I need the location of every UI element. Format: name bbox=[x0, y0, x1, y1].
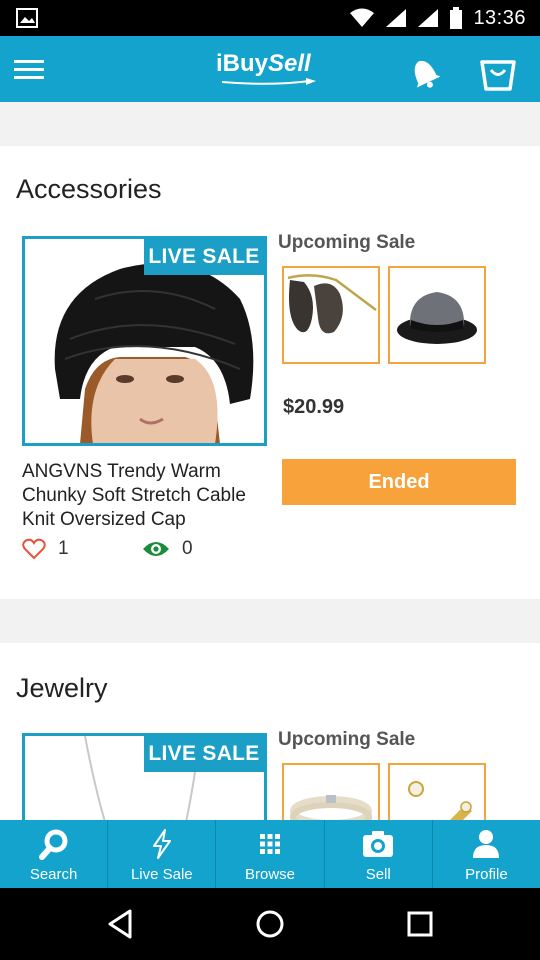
grid-icon bbox=[260, 834, 280, 854]
product-price: $20.99 bbox=[283, 396, 345, 418]
likes-count: 1 bbox=[58, 538, 69, 559]
status-bar: 13:36 bbox=[0, 0, 540, 36]
nav-search[interactable]: Search bbox=[0, 820, 107, 888]
section-title: Accessories bbox=[16, 174, 162, 204]
upcoming-sale-label: Upcoming Sale bbox=[278, 232, 416, 253]
earrings-image bbox=[408, 781, 472, 820]
pearl-bracelet-image bbox=[290, 795, 372, 820]
views-count: 0 bbox=[182, 538, 193, 559]
nav-label: Profile bbox=[465, 866, 508, 883]
heart-icon[interactable] bbox=[22, 538, 46, 560]
system-navigation-bar bbox=[0, 888, 540, 960]
logo-text-ibuy: iBuy bbox=[216, 50, 269, 77]
upcoming-sale-label: Upcoming Sale bbox=[278, 729, 416, 750]
nav-browse[interactable]: Browse bbox=[215, 820, 323, 888]
nav-profile[interactable]: Profile bbox=[431, 820, 540, 888]
section-title: Jewelry bbox=[16, 673, 108, 703]
wifi-icon bbox=[350, 8, 375, 27]
upcoming-thumbnail-sunglasses[interactable] bbox=[282, 266, 380, 364]
product-image[interactable]: LIVE SALE bbox=[22, 733, 267, 820]
nav-live-sale[interactable]: Live Sale bbox=[107, 820, 215, 888]
nav-label: Search bbox=[29, 866, 78, 883]
section-spacer bbox=[0, 599, 540, 643]
logo-text-sell: Sell bbox=[268, 50, 311, 77]
nav-label: Live Sale bbox=[130, 866, 193, 883]
sale-status-button[interactable]: Ended bbox=[282, 459, 516, 505]
upcoming-thumbnail-bracelet[interactable] bbox=[282, 763, 380, 820]
menu-icon[interactable] bbox=[12, 53, 48, 85]
upcoming-thumbnail-earrings[interactable] bbox=[388, 763, 486, 820]
shopping-bag-icon[interactable] bbox=[476, 52, 520, 92]
eye-icon bbox=[143, 542, 169, 556]
person-icon bbox=[473, 830, 500, 858]
section-accessories: Accessories LIVE SALE Upcoming Sale $20.… bbox=[0, 146, 540, 599]
section-spacer bbox=[0, 102, 540, 146]
fedora-hat-image bbox=[397, 292, 477, 344]
logo-swoosh-icon bbox=[221, 78, 316, 85]
nav-label: Browse bbox=[244, 866, 296, 883]
signal-icon bbox=[386, 9, 407, 27]
status-time: 13:36 bbox=[473, 6, 526, 29]
sunglasses-image bbox=[287, 274, 377, 334]
camera-icon bbox=[363, 831, 394, 857]
back-icon[interactable] bbox=[102, 906, 138, 942]
nav-sell[interactable]: Sell bbox=[323, 820, 432, 888]
live-sale-badge: LIVE SALE bbox=[144, 736, 264, 772]
bottom-navigation: Search Live Sale Browse Sell Profile bbox=[0, 820, 540, 888]
upcoming-thumbnail-fedora[interactable] bbox=[388, 266, 486, 364]
product-image[interactable]: LIVE SALE bbox=[22, 236, 267, 446]
signal-icon bbox=[418, 9, 439, 27]
notification-bell-icon[interactable] bbox=[402, 52, 446, 92]
live-sale-badge: LIVE SALE bbox=[144, 239, 264, 275]
home-icon[interactable] bbox=[252, 906, 288, 942]
app-bar: iBuySell bbox=[0, 36, 540, 102]
feed[interactable]: Accessories LIVE SALE Upcoming Sale $20.… bbox=[0, 102, 540, 820]
views-counter: 0 bbox=[142, 538, 193, 560]
battery-icon bbox=[450, 7, 463, 29]
nav-label: Sell bbox=[365, 866, 391, 883]
image-notification-icon bbox=[16, 8, 38, 28]
recents-icon[interactable] bbox=[402, 906, 438, 942]
likes-counter[interactable]: 1 bbox=[22, 538, 69, 560]
lightning-icon bbox=[152, 829, 171, 859]
product-name[interactable]: ANGVNS Trendy Warm Chunky Soft Stretch C… bbox=[22, 460, 272, 532]
section-jewelry: Jewelry LIVE SALE Upcoming Sale bbox=[0, 643, 540, 820]
app-logo: iBuySell bbox=[216, 50, 328, 90]
search-icon bbox=[38, 829, 68, 860]
